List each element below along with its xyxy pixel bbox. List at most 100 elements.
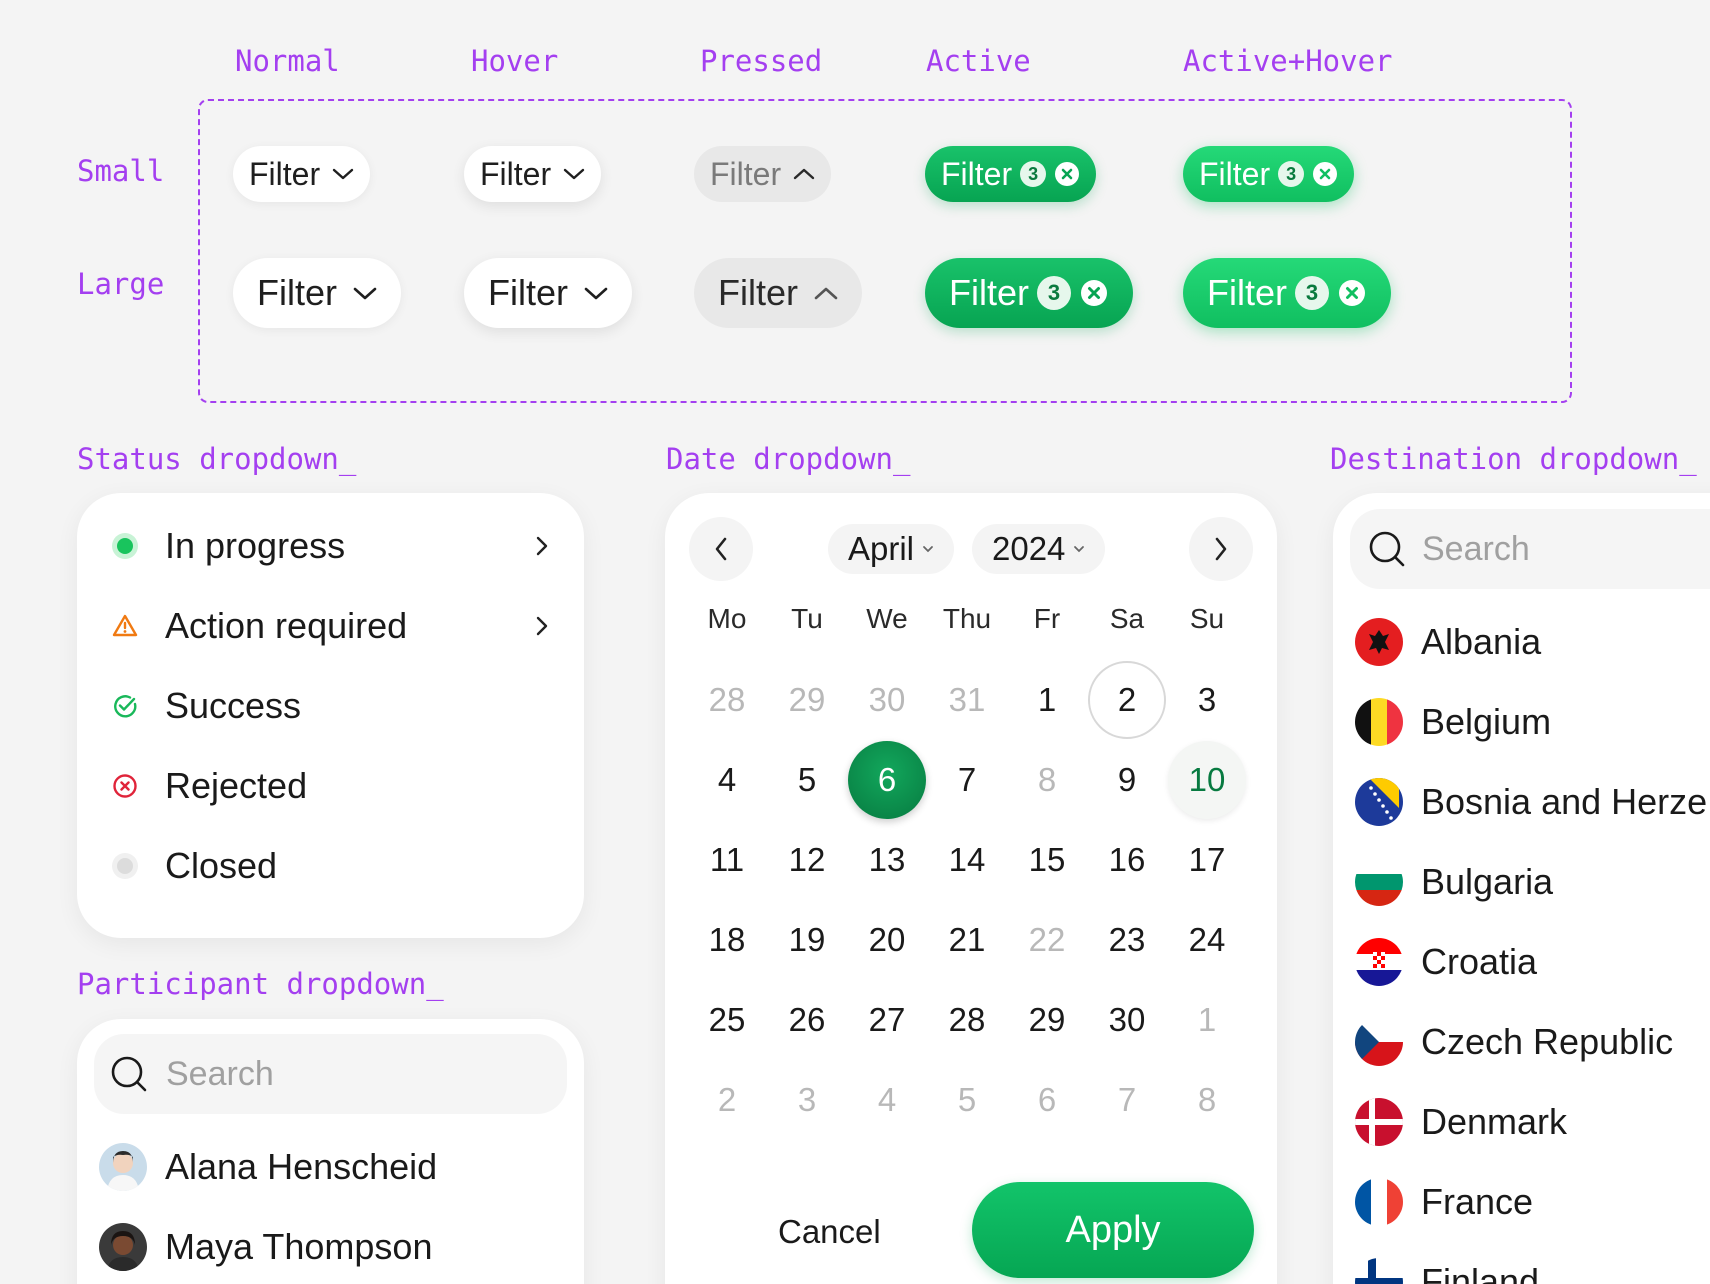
clear-icon[interactable] xyxy=(1054,161,1080,187)
calendar-day[interactable]: 3 xyxy=(768,1061,846,1139)
calendar-day[interactable]: 17 xyxy=(1168,821,1246,899)
calendar-day-today[interactable]: 10 xyxy=(1168,741,1246,819)
country-item-albania[interactable]: Albania xyxy=(1333,607,1710,677)
calendar-day[interactable]: 1 xyxy=(1168,981,1246,1059)
calendar-day-selected[interactable]: 6 xyxy=(848,741,926,819)
cancel-button[interactable]: Cancel xyxy=(778,1213,881,1251)
calendar-day[interactable]: 14 xyxy=(928,821,1006,899)
country-name: Croatia xyxy=(1421,941,1538,982)
calendar-day[interactable]: 30 xyxy=(848,661,926,739)
calendar-day[interactable]: 4 xyxy=(688,741,766,819)
filter-chip-small-normal[interactable]: Filter xyxy=(233,146,371,202)
calendar-day[interactable]: 9 xyxy=(1088,741,1166,819)
calendar-day[interactable]: 11 xyxy=(688,821,766,899)
filter-chip-label: Filter xyxy=(949,272,1029,313)
country-item-belgium[interactable]: Belgium xyxy=(1333,687,1710,757)
filter-chip-large-active[interactable]: Filter 3 xyxy=(925,258,1133,328)
calendar-day[interactable]: 2 xyxy=(688,1061,766,1139)
country-name: Finland xyxy=(1421,1261,1540,1284)
filter-chip-large-active-hover[interactable]: Filter 3 xyxy=(1183,258,1391,328)
country-name: Belgium xyxy=(1421,701,1552,742)
calendar-day[interactable]: 13 xyxy=(848,821,926,899)
chevron-up-icon xyxy=(793,168,815,180)
variants-frame xyxy=(198,99,1572,403)
calendar-day[interactable]: 20 xyxy=(848,901,926,979)
filter-count-badge: 3 xyxy=(1295,276,1329,310)
calendar-day[interactable]: 24 xyxy=(1168,901,1246,979)
status-item-success[interactable]: Success xyxy=(77,671,584,741)
filter-chip-small-active[interactable]: Filter 3 xyxy=(925,146,1097,202)
next-month-button[interactable] xyxy=(1189,517,1253,581)
calendar-day[interactable]: 8 xyxy=(1168,1061,1246,1139)
month-select[interactable]: April xyxy=(828,524,955,574)
year-select[interactable]: 2024 xyxy=(972,524,1106,574)
country-item-croatia[interactable]: Croatia xyxy=(1333,927,1710,997)
country-item-bulgaria[interactable]: Bulgaria xyxy=(1333,847,1710,917)
chevron-up-icon xyxy=(814,287,838,299)
chevron-down-icon xyxy=(563,168,585,180)
calendar-day[interactable]: 6 xyxy=(1008,1061,1086,1139)
clear-icon[interactable] xyxy=(1337,278,1367,308)
calendar-day[interactable]: 28 xyxy=(688,661,766,739)
x-circle-icon xyxy=(113,774,137,798)
calendar-day[interactable]: 15 xyxy=(1008,821,1086,899)
participant-search-field[interactable]: Search xyxy=(94,1034,567,1114)
status-item-action-required[interactable]: Action required xyxy=(77,591,584,661)
country-item-czech-republic[interactable]: Czech Republic xyxy=(1333,1007,1710,1077)
country-item-bosnia[interactable]: Bosnia and Herze xyxy=(1333,767,1710,837)
apply-button[interactable]: Apply xyxy=(972,1182,1254,1278)
filter-chip-large-normal[interactable]: Filter xyxy=(233,258,401,328)
filter-chip-small-hover[interactable]: Filter xyxy=(464,146,602,202)
calendar-day[interactable]: 31 xyxy=(928,661,1006,739)
country-item-denmark[interactable]: Denmark xyxy=(1333,1087,1710,1157)
year-value: 2024 xyxy=(992,530,1066,567)
grey-dot-icon xyxy=(112,853,138,879)
status-item-in-progress[interactable]: In progress xyxy=(77,511,584,581)
calendar-day[interactable]: 7 xyxy=(1088,1061,1166,1139)
filter-chip-small-active-hover[interactable]: Filter 3 xyxy=(1183,146,1355,202)
chevron-down-icon xyxy=(923,546,933,553)
calendar-day[interactable]: 8 xyxy=(1008,741,1086,819)
calendar-day[interactable]: 2 xyxy=(1088,661,1166,739)
country-item-finland[interactable]: Finland xyxy=(1333,1247,1710,1284)
filter-chip-large-pressed[interactable]: Filter xyxy=(694,258,862,328)
calendar-day[interactable]: 29 xyxy=(768,661,846,739)
calendar-day[interactable]: 23 xyxy=(1088,901,1166,979)
belgium-flag-icon xyxy=(1355,698,1403,746)
calendar-day[interactable]: 7 xyxy=(928,741,1006,819)
calendar-day[interactable]: 12 xyxy=(768,821,846,899)
status-item-rejected[interactable]: Rejected xyxy=(77,751,584,821)
calendar-day[interactable]: 28 xyxy=(928,981,1006,1059)
calendar-day[interactable]: 1 xyxy=(1008,661,1086,739)
calendar-day[interactable]: 3 xyxy=(1168,661,1246,739)
filter-chip-small-pressed[interactable]: Filter xyxy=(694,146,832,202)
calendar-day[interactable]: 27 xyxy=(848,981,926,1059)
calendar-day[interactable]: 29 xyxy=(1008,981,1086,1059)
filter-chip-large-hover[interactable]: Filter xyxy=(464,258,632,328)
participant-item[interactable]: Alana Henscheid xyxy=(77,1132,584,1202)
country-item-france[interactable]: France xyxy=(1333,1167,1710,1237)
prev-month-button[interactable] xyxy=(689,517,753,581)
calendar-day[interactable]: 5 xyxy=(768,741,846,819)
avatar xyxy=(99,1143,147,1191)
status-item-closed[interactable]: Closed xyxy=(77,831,584,901)
calendar-day[interactable]: 18 xyxy=(688,901,766,979)
calendar-day[interactable]: 19 xyxy=(768,901,846,979)
country-name: Bosnia and Herze xyxy=(1421,781,1708,822)
albania-flag-icon xyxy=(1355,618,1403,666)
destination-search-field[interactable]: Search xyxy=(1350,509,1710,589)
calendar-day[interactable]: 4 xyxy=(848,1061,926,1139)
chevron-left-icon xyxy=(715,537,727,561)
calendar-day[interactable]: 16 xyxy=(1088,821,1166,899)
participant-item[interactable]: Maya Thompson xyxy=(77,1212,584,1282)
clear-icon[interactable] xyxy=(1312,161,1338,187)
clear-icon[interactable] xyxy=(1079,278,1109,308)
calendar-day[interactable]: 21 xyxy=(928,901,1006,979)
calendar-day[interactable]: 25 xyxy=(688,981,766,1059)
calendar-day[interactable]: 22 xyxy=(1008,901,1086,979)
calendar-day[interactable]: 26 xyxy=(768,981,846,1059)
participant-name: Maya Thompson xyxy=(165,1226,433,1267)
destination-dropdown: Search Albania Belgium Bosnia and Herze … xyxy=(1333,493,1710,1284)
calendar-day[interactable]: 30 xyxy=(1088,981,1166,1059)
calendar-day[interactable]: 5 xyxy=(928,1061,1006,1139)
